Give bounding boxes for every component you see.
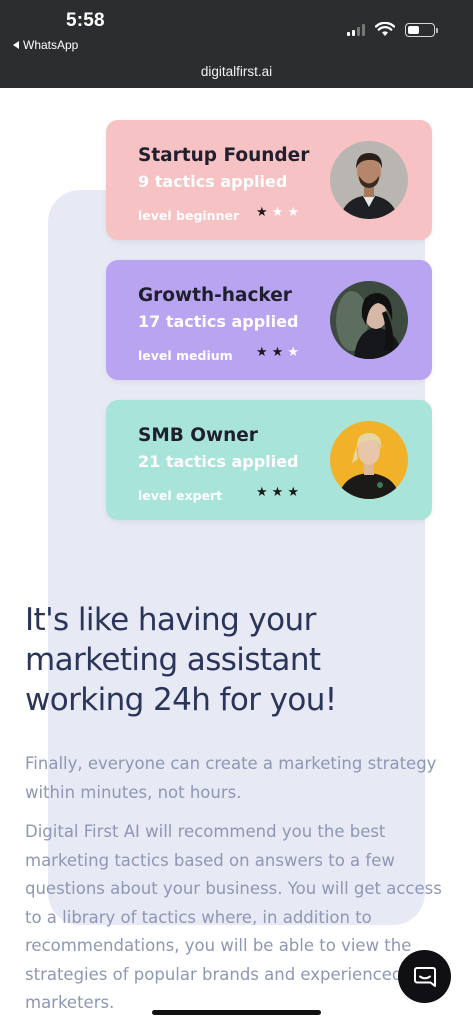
card-level: level medium [138, 348, 233, 363]
cellular-signal-icon [347, 23, 365, 36]
card-level: level beginner [138, 208, 240, 223]
card-title: Startup Founder [138, 145, 310, 166]
star-filled-icon: ★ [271, 345, 284, 360]
card-title: Growth-hacker [138, 285, 292, 306]
star-filled-icon: ★ [256, 485, 268, 500]
persona-card-smb-owner: SMB Owner 21 tactics applied level exper… [106, 400, 432, 520]
star-empty-icon: ★ [287, 345, 299, 360]
rating-stars: ★ ★ ★ [256, 205, 299, 220]
chat-button[interactable] [398, 950, 451, 1003]
card-tactics: 21 tactics applied [138, 452, 299, 471]
avatar [330, 141, 408, 219]
back-app-label: WhatsApp [23, 38, 79, 52]
star-empty-icon: ★ [271, 205, 284, 220]
avatar [330, 421, 408, 499]
persona-card-growth-hacker: Growth-hacker 17 tactics applied level m… [106, 260, 432, 380]
star-filled-icon: ★ [256, 205, 268, 220]
address-bar-url[interactable]: digitalfirst.ai [0, 64, 473, 79]
intro-paragraph: Finally, everyone can create a marketing… [25, 754, 437, 802]
card-title: SMB Owner [138, 425, 258, 446]
card-tactics: 9 tactics applied [138, 172, 288, 191]
status-icons [347, 22, 438, 37]
clock: 5:58 [66, 10, 105, 31]
description-paragraph: Digital First AI will recommend you the … [25, 822, 442, 1012]
wifi-icon [375, 22, 395, 36]
card-tactics: 17 tactics applied [138, 312, 299, 331]
star-filled-icon: ★ [256, 345, 268, 360]
star-filled-icon: ★ [287, 485, 299, 500]
rating-stars: ★ ★ ★ [256, 345, 299, 360]
back-arrow-icon [13, 41, 19, 49]
star-empty-icon: ★ [287, 205, 299, 220]
avatar [330, 281, 408, 359]
rating-stars: ★ ★ ★ [256, 485, 299, 500]
persona-card-startup-founder: Startup Founder 9 tactics applied level … [106, 120, 432, 240]
star-filled-icon: ★ [271, 485, 284, 500]
card-level: level expert [138, 488, 223, 503]
hero-headline: It's like having your marketing assistan… [25, 602, 337, 718]
battery-icon [405, 22, 438, 37]
chat-bubble-icon [413, 966, 436, 987]
back-to-app-link[interactable]: WhatsApp [13, 38, 78, 52]
status-bar: 5:58 WhatsApp digitalfirst.ai [0, 0, 473, 88]
home-indicator[interactable] [152, 1010, 321, 1015]
